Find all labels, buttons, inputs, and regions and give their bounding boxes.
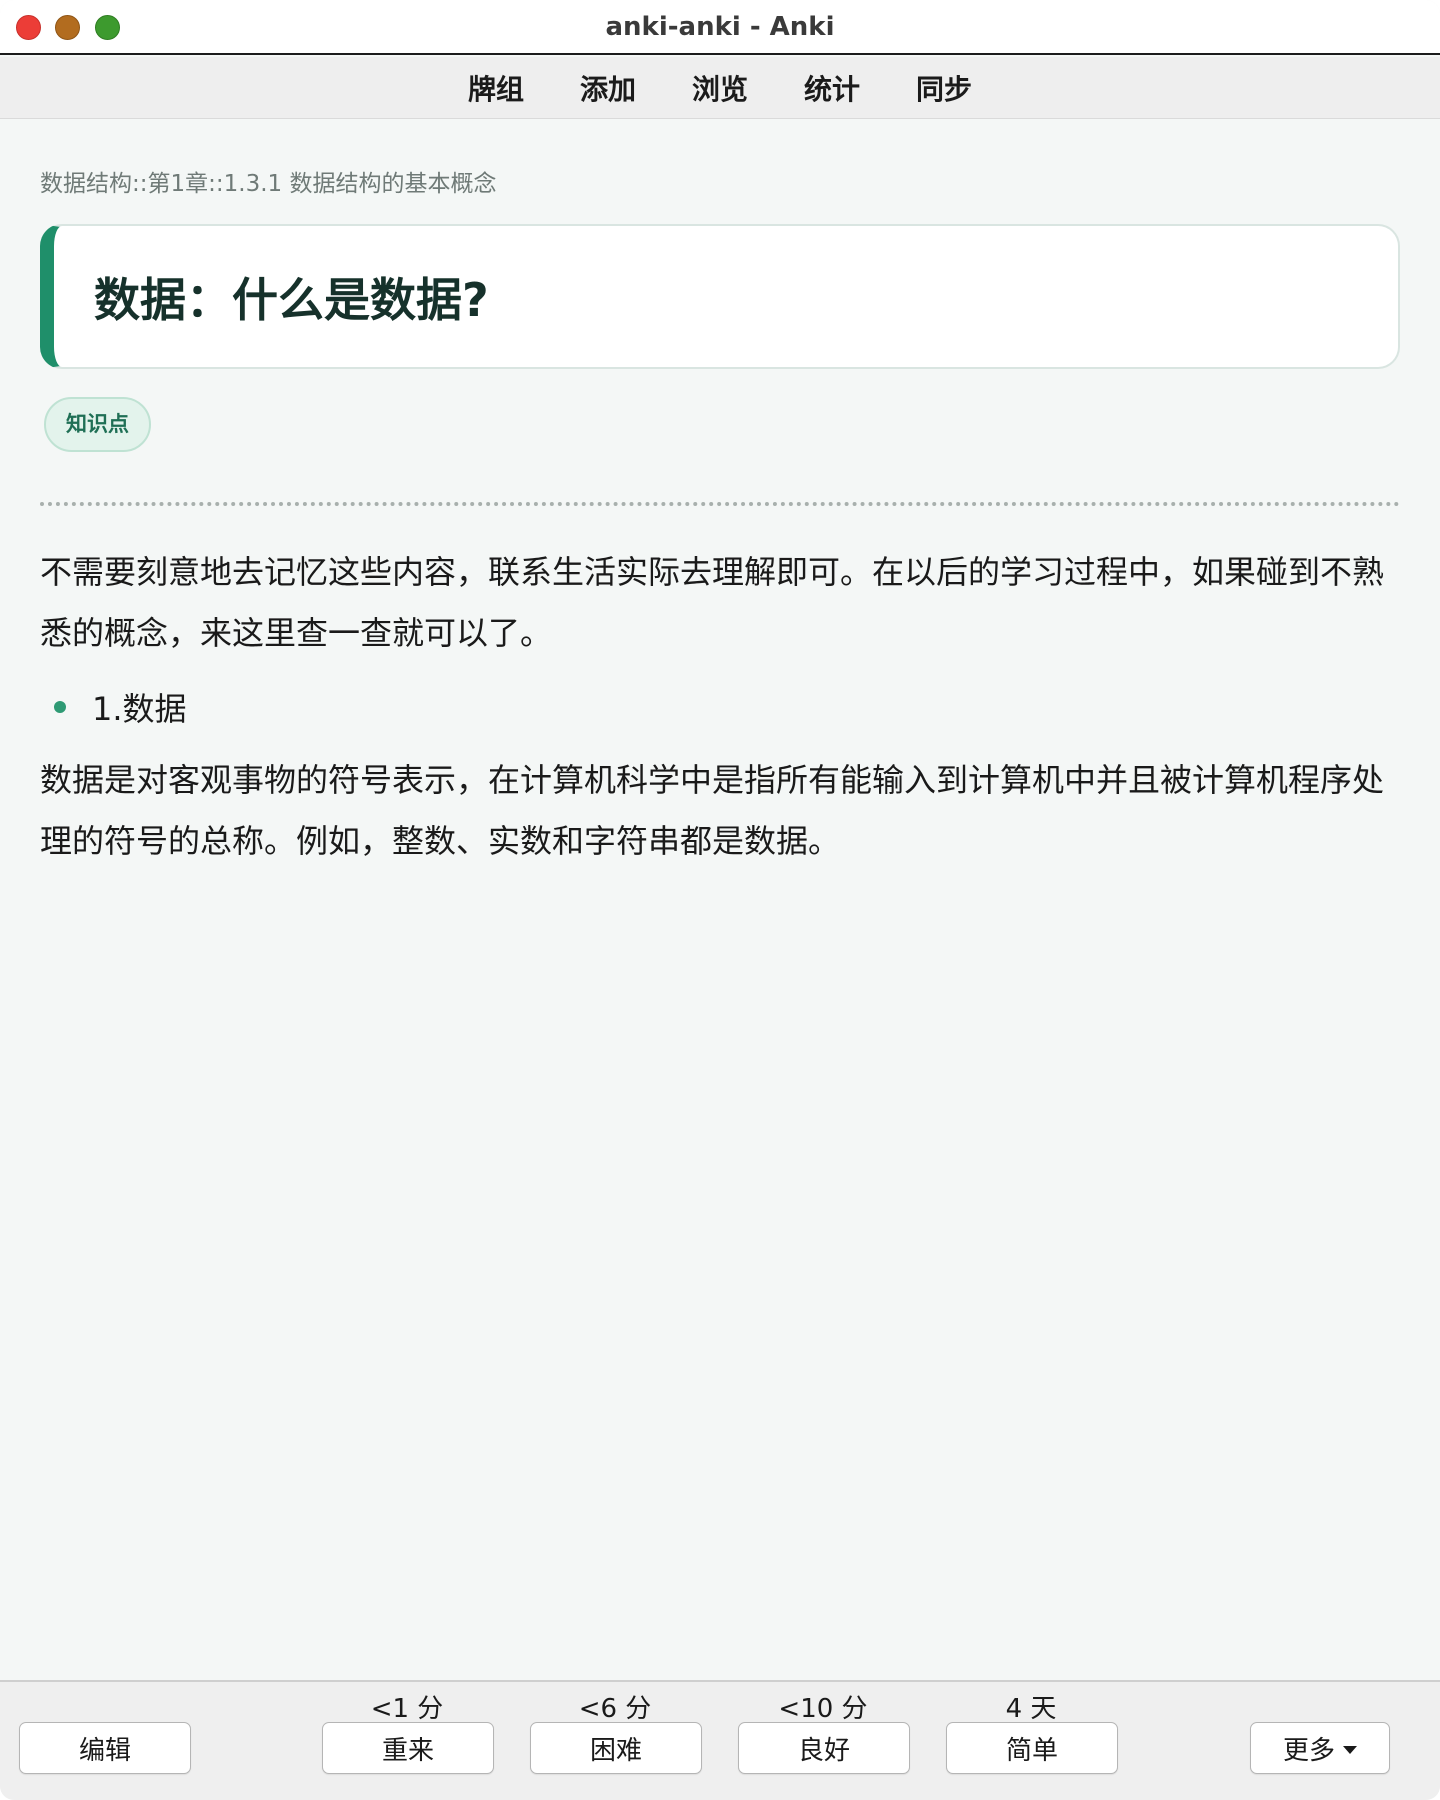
anki-window: anki-anki - Anki 牌组 添加 浏览 统计 同步 数据结构::第1…	[0, 0, 1440, 1800]
tab-stats[interactable]: 统计	[776, 68, 888, 108]
edit-button-label: 编辑	[78, 1735, 131, 1766]
easy-button[interactable]: 简单	[946, 1722, 1118, 1774]
hard-button[interactable]: 困难	[530, 1722, 702, 1774]
bullet-text: 1.数据	[92, 690, 187, 728]
tab-browse[interactable]: 浏览	[664, 68, 776, 108]
hard-button-label: 困难	[589, 1735, 642, 1766]
tab-sync[interactable]: 同步	[888, 68, 1000, 108]
again-button[interactable]: 重来	[322, 1722, 494, 1774]
bullet-dot-icon	[54, 701, 66, 713]
good-button[interactable]: 良好	[738, 1722, 910, 1774]
dotted-divider	[40, 502, 1400, 506]
card-title-box: 数据：什么是数据?	[40, 224, 1400, 369]
bullet-item: 1.数据	[40, 678, 1400, 736]
main-toolbar: 牌组 添加 浏览 统计 同步	[0, 57, 1440, 119]
edit-button[interactable]: 编辑	[19, 1722, 191, 1774]
again-button-label: 重来	[381, 1735, 434, 1766]
tab-add[interactable]: 添加	[552, 68, 664, 108]
chevron-down-icon	[1343, 1746, 1357, 1754]
card-title: 数据：什么是数据?	[94, 272, 489, 327]
tab-decks[interactable]: 牌组	[440, 68, 552, 108]
good-button-label: 良好	[797, 1735, 850, 1766]
intro-paragraph: 不需要刻意地去记忆这些内容，联系生活实际去理解即可。在以后的学习过程中，如果碰到…	[40, 553, 1385, 652]
good-interval: <10 分	[778, 1694, 868, 1724]
again-interval: <1 分	[370, 1694, 444, 1724]
deck-breadcrumb: 数据结构::第1章::1.3.1 数据结构的基本概念	[40, 171, 497, 197]
title-bar: anki-anki - Anki	[0, 0, 1440, 55]
card-tag-badge: 知识点	[44, 397, 151, 452]
more-button[interactable]: 更多	[1250, 1722, 1390, 1774]
window-title: anki-anki - Anki	[605, 12, 835, 42]
hard-interval: <6 分	[578, 1694, 652, 1724]
card-content: 数据结构::第1章::1.3.1 数据结构的基本概念 数据：什么是数据? 知识点…	[40, 119, 1400, 872]
more-button-label: 更多	[1282, 1735, 1335, 1766]
easy-button-label: 简单	[1005, 1735, 1058, 1766]
definition-paragraph: 数据是对客观事物的符号表示，在计算机科学中是指所有能输入到计算机中并且被计算机程…	[40, 761, 1385, 860]
easy-interval: 4 天	[1005, 1694, 1057, 1724]
review-bottom-bar: 编辑 <1 分 重来 <6 分 困难 <10 分 良好 4 天 简单 更多	[0, 1680, 1440, 1800]
